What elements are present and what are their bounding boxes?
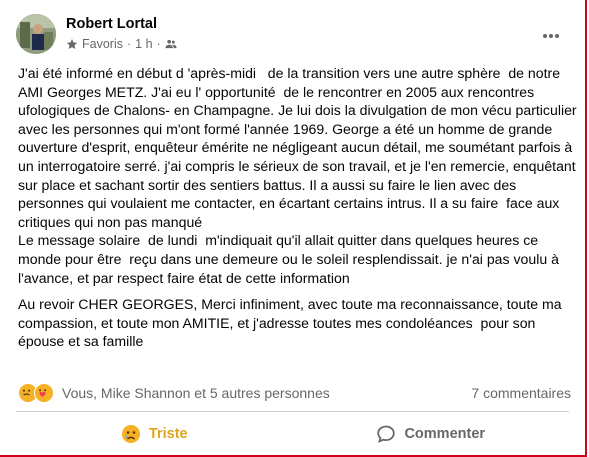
action-bar: Triste Commenter [16, 417, 569, 451]
care-reaction-icon [34, 383, 54, 403]
divider [16, 411, 569, 412]
reactions-summary[interactable]: Vous, Mike Shannon et 5 autres personnes [62, 385, 330, 401]
comment-button-label: Commenter [404, 426, 486, 442]
meta-separator: · [156, 37, 161, 51]
comment-button[interactable]: Commenter [293, 417, 570, 451]
comment-icon [376, 424, 396, 444]
post-time[interactable]: 1 h [135, 37, 152, 51]
author-name[interactable]: Robert Lortal [66, 16, 157, 32]
reaction-button-label: Triste [148, 426, 188, 442]
audience-label[interactable]: Favoris [82, 37, 123, 51]
meta-separator: · [126, 37, 132, 51]
friends-icon [165, 38, 177, 50]
comments-count[interactable]: 7 commentaires [471, 385, 571, 401]
star-icon [66, 38, 78, 50]
post-header: Robert Lortal Favoris · 1 h · [16, 14, 569, 58]
avatar[interactable] [16, 14, 56, 54]
post-card: Robert Lortal Favoris · 1 h · J'ai été i… [0, 0, 587, 457]
post-paragraph: Au revoir CHER GEORGES, Merci infiniment… [18, 296, 566, 350]
more-options-icon[interactable] [537, 22, 565, 50]
sad-face-icon [121, 424, 141, 444]
reactions-bar: Vous, Mike Shannon et 5 autres personnes… [18, 382, 571, 404]
post-body: J'ai été informé en début d 'après-midi … [18, 64, 578, 351]
post-paragraph: J'ai été informé en début d 'après-midi … [18, 65, 577, 286]
reaction-icons[interactable] [18, 383, 54, 403]
reaction-button[interactable]: Triste [16, 417, 293, 451]
post-meta: Favoris · 1 h · [66, 37, 177, 51]
